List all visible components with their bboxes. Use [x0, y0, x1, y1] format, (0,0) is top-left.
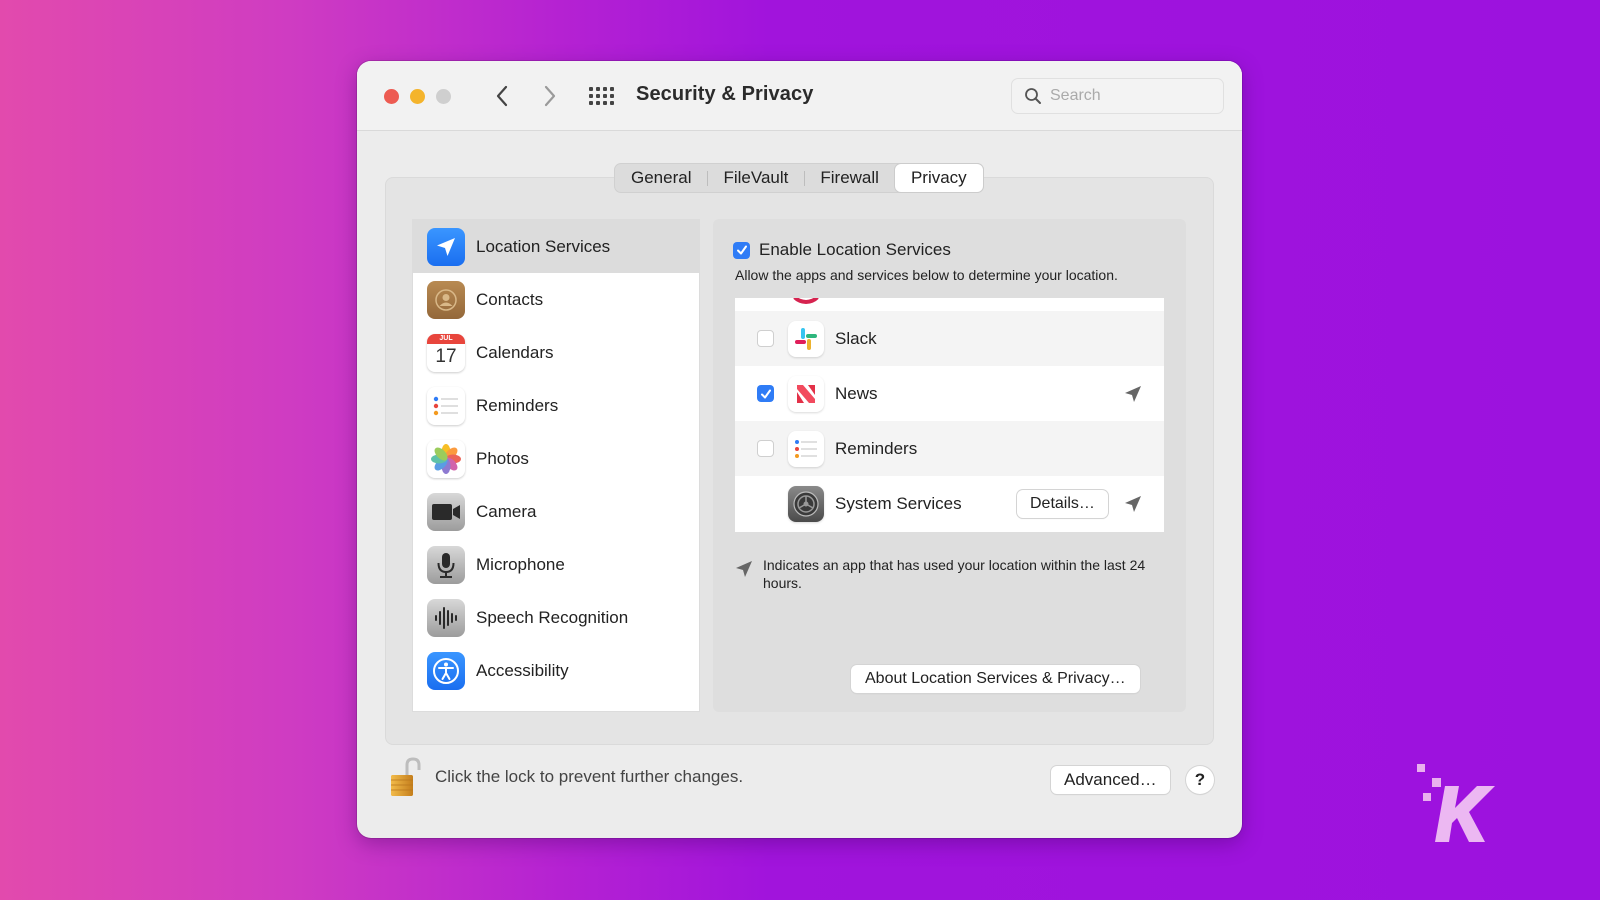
grid-dot	[589, 101, 593, 105]
tab-general[interactable]: General	[615, 164, 707, 192]
security-privacy-window: Security & Privacy General FileVault Fir…	[357, 61, 1242, 838]
search-icon	[1025, 88, 1041, 104]
calendar-icon: JUL 17	[427, 333, 465, 372]
sidebar-item-location-services[interactable]: Location Services	[413, 220, 699, 273]
reminders-icon	[788, 430, 824, 467]
grid-dot	[596, 101, 600, 105]
grid-dot	[589, 87, 593, 91]
advanced-button[interactable]: Advanced…	[1051, 766, 1170, 794]
sidebar-item-speech-recognition[interactable]: Speech Recognition	[413, 591, 699, 644]
back-button[interactable]	[487, 81, 517, 111]
location-legend: Indicates an app that has used your loca…	[735, 556, 1153, 592]
enable-location-checkbox[interactable]	[733, 241, 750, 259]
app-name: News	[835, 383, 878, 403]
tab-firewall[interactable]: Firewall	[804, 164, 895, 192]
app-row-slack[interactable]: Slack	[735, 311, 1164, 366]
news-checkbox[interactable]	[757, 385, 774, 402]
enable-location-label: Enable Location Services	[759, 240, 951, 259]
grid-dot	[603, 94, 607, 98]
app-row-reminders[interactable]: Reminders	[735, 421, 1164, 476]
app-row-system-services[interactable]: System Services Details…	[735, 476, 1164, 531]
contacts-icon	[427, 280, 465, 319]
lock-text: Click the lock to prevent further change…	[435, 767, 744, 786]
app-row-news[interactable]: News	[735, 366, 1164, 421]
sidebar-item-label: Calendars	[476, 342, 554, 362]
gear-icon	[788, 485, 824, 522]
window-title: Security & Privacy	[636, 83, 814, 105]
slack-checkbox[interactable]	[757, 330, 774, 347]
app-name: Reminders	[835, 438, 918, 458]
news-icon	[788, 375, 824, 412]
zoom-button[interactable]	[436, 89, 451, 104]
microphone-icon	[427, 545, 465, 584]
brand-logo-icon	[1417, 764, 1495, 842]
tab-bar: General FileVault Firewall Privacy	[614, 163, 984, 193]
help-button[interactable]: ?	[1186, 766, 1214, 794]
sidebar-item-contacts[interactable]: Contacts	[413, 273, 699, 326]
location-app-list[interactable]: Slack News Reminders System Services Det…	[735, 298, 1164, 532]
recent-location-arrow-icon	[1125, 385, 1141, 402]
titlebar: Security & Privacy	[357, 61, 1242, 131]
waveform-icon	[427, 598, 465, 637]
grid-dot	[589, 94, 593, 98]
tab-privacy[interactable]: Privacy	[894, 164, 983, 192]
about-location-privacy-button[interactable]: About Location Services & Privacy…	[851, 665, 1140, 693]
minimize-button[interactable]	[410, 89, 425, 104]
grid-dot	[596, 94, 600, 98]
checkmark-icon	[760, 389, 771, 398]
grid-dot	[610, 87, 614, 91]
lock-button[interactable]: Click the lock to prevent further change…	[389, 756, 743, 798]
reminders-checkbox[interactable]	[757, 440, 774, 457]
slack-icon	[788, 320, 824, 357]
location-description: Allow the apps and services below to det…	[735, 267, 1118, 283]
sidebar-item-accessibility[interactable]: Accessibility	[413, 644, 699, 697]
grid-dot	[596, 87, 600, 91]
sidebar-item-label: Location Services	[476, 236, 611, 256]
photos-icon	[427, 439, 465, 478]
chevron-left-icon	[496, 85, 508, 107]
unlocked-padlock-icon	[391, 757, 421, 796]
grid-dot	[603, 101, 607, 105]
sidebar-item-label: Camera	[476, 501, 537, 521]
close-button[interactable]	[384, 89, 399, 104]
sidebar-item-camera[interactable]: Camera	[413, 485, 699, 538]
chevron-right-icon	[544, 85, 556, 107]
sidebar-item-label: Photos	[476, 448, 529, 468]
search-field[interactable]	[1011, 78, 1224, 114]
recent-location-arrow-icon	[1125, 495, 1141, 512]
calendar-month: JUL	[427, 333, 465, 344]
checkmark-icon	[736, 245, 747, 255]
sidebar-item-reminders[interactable]: Reminders	[413, 379, 699, 432]
enable-location-row: Enable Location Services	[733, 240, 951, 260]
privacy-category-list: Location Services Contacts JUL 17 Calend…	[412, 219, 700, 712]
partial-app-icon	[788, 298, 824, 304]
grid-dot	[603, 87, 607, 91]
forward-button[interactable]	[535, 81, 565, 111]
details-button[interactable]: Details…	[1017, 489, 1108, 518]
location-arrow-icon	[427, 227, 465, 266]
accessibility-icon	[427, 651, 465, 690]
sidebar-item-calendars[interactable]: JUL 17 Calendars	[413, 326, 699, 379]
sidebar-item-label: Speech Recognition	[476, 607, 629, 627]
sidebar-item-label: Reminders	[476, 395, 559, 415]
show-all-grid-button[interactable]	[589, 85, 615, 107]
grid-dot	[610, 101, 614, 105]
sidebar-item-photos[interactable]: Photos	[413, 432, 699, 485]
grid-dot	[610, 94, 614, 98]
app-name: System Services	[835, 493, 962, 513]
location-arrow-icon	[736, 561, 752, 577]
legend-text: Indicates an app that has used your loca…	[763, 557, 1146, 591]
app-name: Slack	[835, 328, 877, 348]
tab-filevault[interactable]: FileVault	[707, 164, 804, 192]
calendar-day: 17	[435, 345, 457, 367]
reminders-icon	[427, 386, 465, 425]
sidebar-item-label: Microphone	[476, 554, 565, 574]
search-input[interactable]	[1050, 87, 1210, 105]
location-services-pane: Enable Location Services Allow the apps …	[713, 219, 1186, 712]
camera-icon	[427, 492, 465, 531]
sidebar-item-label: Accessibility	[476, 660, 569, 680]
sidebar-item-microphone[interactable]: Microphone	[413, 538, 699, 591]
sidebar-item-label: Contacts	[476, 289, 544, 309]
